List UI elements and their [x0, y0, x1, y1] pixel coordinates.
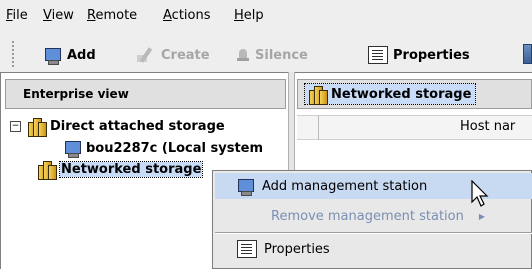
- menu-view[interactable]: View: [43, 8, 74, 23]
- table-column-header-host-name[interactable]: Host nar: [460, 119, 515, 134]
- create-button-label: Create: [161, 47, 210, 63]
- monitor-icon: [64, 140, 82, 158]
- menu-remote[interactable]: Remote: [87, 8, 137, 23]
- detail-panel-title[interactable]: Networked storage: [303, 83, 477, 105]
- document-icon: [368, 46, 388, 64]
- collapse-icon[interactable]: −: [10, 121, 21, 132]
- tree-item-networked-storage[interactable]: Networked storage: [38, 161, 204, 180]
- toolbar-grip[interactable]: [12, 41, 18, 67]
- add-button[interactable]: Add: [44, 44, 96, 66]
- context-menu-separator: [215, 232, 532, 234]
- tree-item-label: Networked storage: [58, 161, 204, 178]
- menu-bar: File View Remote Actions Help: [0, 0, 532, 30]
- menu-actions-label: ctions: [171, 8, 211, 23]
- document-icon: [237, 240, 257, 258]
- silence-button[interactable]: Silence: [236, 44, 308, 66]
- submenu-arrow-icon: ▶: [478, 211, 485, 221]
- create-icon: [136, 47, 156, 63]
- menu-actions[interactable]: Actions: [163, 8, 211, 23]
- menu-remote-label: emote: [95, 8, 138, 23]
- menu-view-mnemonic: V: [43, 8, 52, 23]
- tree-item-label: bou2287c (Local system: [86, 141, 264, 156]
- menu-actions-mnemonic: A: [163, 8, 172, 23]
- silence-button-label: Silence: [255, 47, 308, 63]
- menu-file[interactable]: File: [6, 8, 28, 23]
- menu-help-mnemonic: H: [234, 8, 244, 23]
- menu-file-label: ile: [12, 8, 28, 23]
- table-column-header-select[interactable]: [299, 115, 319, 140]
- overflow-icon[interactable]: [523, 44, 532, 64]
- enterprise-view-header: Enterprise view: [5, 79, 286, 109]
- context-menu-item-label: Remove management station: [271, 208, 464, 224]
- detail-panel-title-label: Networked storage: [331, 86, 472, 102]
- properties-button[interactable]: Properties: [368, 44, 470, 66]
- tree-item-label: Direct attached storage: [50, 119, 225, 134]
- context-menu-item-label: Add management station: [262, 178, 428, 194]
- properties-button-label: Properties: [393, 47, 470, 63]
- monitor-icon: [44, 47, 62, 65]
- tree-item-direct-attached-storage[interactable]: − Direct attached storage: [10, 118, 225, 137]
- monitor-icon: [237, 178, 255, 196]
- storage-icon: [309, 85, 328, 105]
- menu-help-label: elp: [243, 8, 264, 23]
- create-button[interactable]: Create: [136, 44, 210, 66]
- menu-view-label: iew: [51, 8, 74, 23]
- menu-help[interactable]: Help: [234, 8, 264, 23]
- context-menu-item-label: Properties: [264, 241, 330, 257]
- bell-icon: [236, 48, 250, 62]
- mouse-pointer-icon: [471, 180, 489, 207]
- storage-icon: [28, 118, 47, 137]
- tree-item-local-system[interactable]: bou2287c (Local system: [64, 140, 264, 158]
- add-button-label: Add: [67, 47, 96, 63]
- storage-icon: [38, 161, 57, 180]
- context-menu-properties[interactable]: Properties: [215, 236, 532, 262]
